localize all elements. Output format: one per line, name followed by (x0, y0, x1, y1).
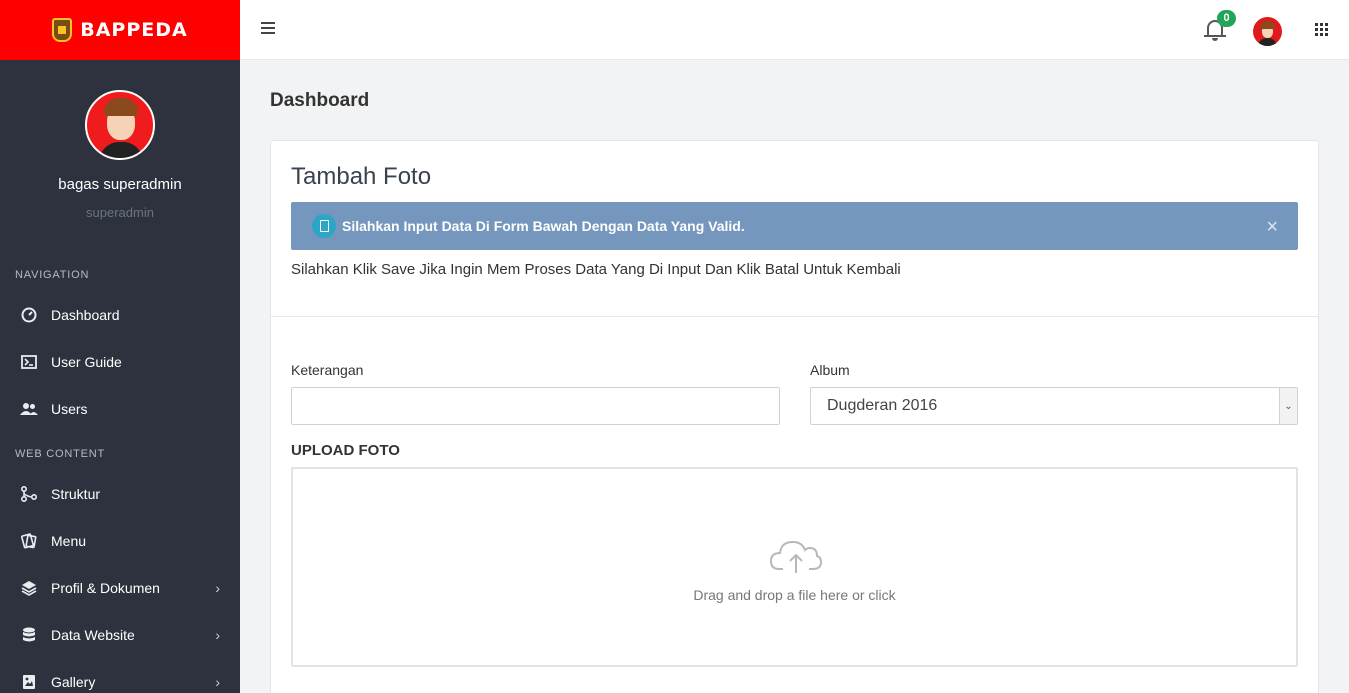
sidebar-item-label: Data Website (51, 627, 135, 643)
sidebar-item-label: Struktur (51, 486, 101, 502)
album-select[interactable]: Dugderan 2016 ⌄ (810, 387, 1298, 425)
brand-name: BAPPEDA (80, 19, 188, 41)
sidebar-item-label: Menu (51, 533, 87, 549)
hierarchy-icon (20, 485, 38, 503)
info-alert: Silahkan Input Data Di Form Bawah Dengan… (291, 202, 1298, 250)
page-title: Dashboard (270, 90, 370, 111)
card-title: Tambah Foto (291, 163, 432, 190)
avatar (85, 90, 155, 160)
chevron-right-icon: › (215, 580, 220, 596)
nav-section-navigation: NAVIGATION (15, 269, 90, 281)
image-icon (20, 673, 38, 691)
sidebar-item-label: User Guide (51, 354, 122, 370)
cloud-upload-icon (769, 535, 823, 575)
sidebar-item-label: Users (51, 401, 88, 417)
user-profile: bagas superadmin superadmin (0, 60, 240, 300)
sidebar-item-users[interactable]: Users (0, 387, 240, 431)
add-photo-card: Tambah Foto Silahkan Input Data Di Form … (270, 140, 1319, 693)
keterangan-input[interactable] (291, 387, 780, 425)
help-text: Silahkan Klik Save Jika Ingin Mem Proses… (291, 261, 901, 278)
sidebar-item-data-website[interactable]: Data Website › (0, 613, 240, 657)
file-dropzone[interactable]: Drag and drop a file here or click (291, 467, 1298, 667)
sidebar-item-struktur[interactable]: Struktur (0, 472, 240, 516)
alert-message: Silahkan Input Data Di Form Bawah Dengan… (342, 218, 745, 234)
notification-count-badge: 0 (1217, 10, 1236, 27)
user-name: bagas superadmin (58, 176, 182, 193)
sidebar-item-menu[interactable]: Menu (0, 519, 240, 563)
cards-icon (20, 532, 38, 550)
chevron-down-icon: ⌄ (1279, 388, 1297, 424)
album-label: Album (810, 362, 850, 378)
top-header: 0 (240, 0, 1349, 60)
sidebar-item-gallery[interactable]: Gallery › (0, 660, 240, 693)
sidebar: BAPPEDA bagas superadmin superadmin NAVI… (0, 0, 240, 693)
chevron-right-icon: › (215, 674, 220, 690)
apps-grid-icon[interactable] (1315, 23, 1328, 36)
hamburger-menu-icon[interactable] (261, 22, 275, 36)
document-icon (312, 214, 336, 238)
sidebar-item-profil-dokumen[interactable]: Profil & Dokumen › (0, 566, 240, 610)
close-icon[interactable]: × (1266, 216, 1278, 239)
gauge-icon (20, 306, 38, 324)
keterangan-label: Keterangan (291, 362, 364, 378)
crest-logo-icon (52, 18, 73, 42)
user-avatar-button[interactable] (1253, 17, 1282, 46)
users-icon (20, 400, 38, 418)
sidebar-item-user-guide[interactable]: User Guide (0, 340, 240, 384)
brand-bar[interactable]: BAPPEDA (0, 0, 240, 60)
sidebar-item-label: Gallery (51, 674, 96, 690)
sidebar-item-label: Profil & Dokumen (51, 580, 160, 596)
nav-section-web-content: WEB CONTENT (15, 448, 106, 460)
layers-icon (20, 579, 38, 597)
sidebar-item-label: Dashboard (51, 307, 120, 323)
divider (271, 316, 1318, 317)
terminal-icon (20, 353, 38, 371)
upload-foto-heading: UPLOAD FOTO (291, 442, 400, 459)
album-selected-value: Dugderan 2016 (827, 397, 938, 414)
dropzone-message: Drag and drop a file here or click (693, 587, 896, 603)
sidebar-item-dashboard[interactable]: Dashboard (0, 293, 240, 337)
database-icon (20, 626, 38, 644)
user-role: superadmin (86, 205, 154, 220)
chevron-right-icon: › (215, 627, 220, 643)
